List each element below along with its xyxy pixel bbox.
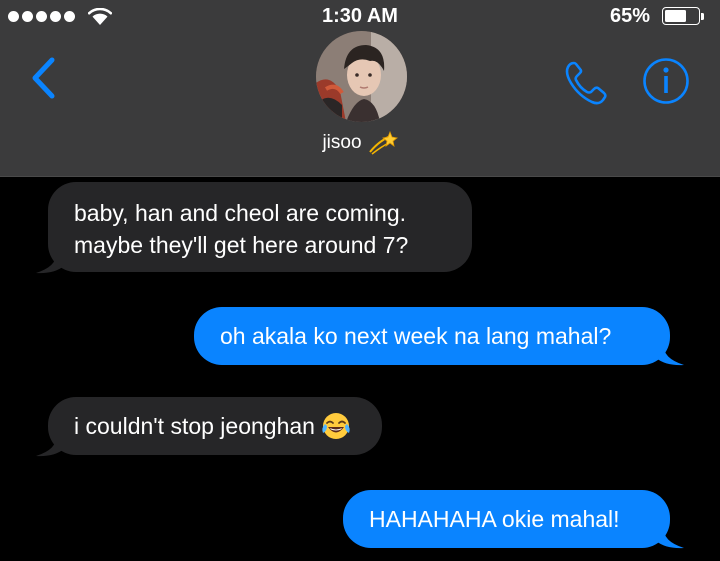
contact-name: jisoo (322, 132, 362, 153)
battery-icon (662, 7, 706, 27)
bubble-tail (36, 252, 64, 274)
bubble-tail (656, 344, 684, 366)
face-with-tears-of-joy-emoji (322, 413, 350, 439)
dizzy-emoji (368, 130, 398, 155)
conversation-header: 1:30 AM 65% jisoo (0, 0, 720, 177)
call-button[interactable] (562, 58, 612, 106)
battery-level-fill (665, 10, 686, 22)
bubble-tail (656, 527, 684, 549)
message-text: HAHAHAHA okie mahal! (369, 506, 620, 532)
sent-message-bubble[interactable]: HAHAHAHA okie mahal! (343, 490, 670, 548)
contact-avatar[interactable] (316, 31, 407, 122)
contact-name-button[interactable]: jisoo (0, 130, 720, 156)
chevron-left-icon (32, 57, 55, 99)
phone-icon (565, 61, 607, 105)
message-text: oh akala ko next week na lang mahal? (220, 323, 612, 349)
message-text-line: baby, han and cheol are coming. (74, 200, 407, 226)
message-text-line: maybe they'll get here around 7? (74, 232, 409, 258)
messages-screen: 1:30 AM 65% jisoo baby, han and cheol ar… (0, 0, 720, 561)
cellular-signal-icon (8, 11, 75, 22)
sent-message-bubble[interactable]: oh akala ko next week na lang mahal? (194, 307, 670, 365)
message-text: i couldn't stop jeonghan (74, 413, 315, 439)
bubble-tail (36, 435, 64, 457)
back-button[interactable] (26, 56, 66, 100)
received-message-bubble[interactable]: baby, han and cheol are coming. maybe th… (48, 182, 472, 272)
wifi-icon (88, 8, 112, 25)
received-message-bubble[interactable]: i couldn't stop jeonghan (48, 397, 382, 455)
info-icon (643, 58, 689, 104)
info-button[interactable] (641, 56, 691, 106)
battery-percentage: 65% (609, 5, 650, 27)
avatar-photo (316, 31, 407, 122)
